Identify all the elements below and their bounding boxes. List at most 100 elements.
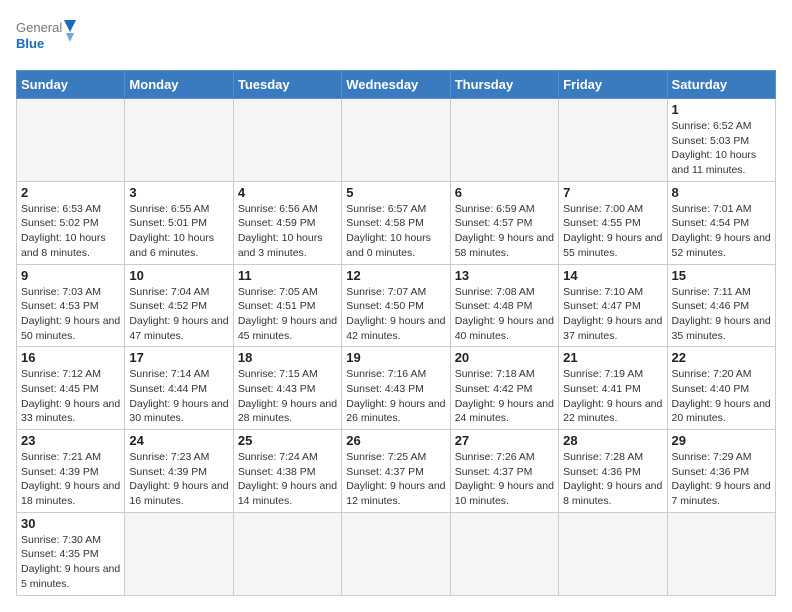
day-info: Sunrise: 7:30 AM Sunset: 4:35 PM Dayligh… — [21, 533, 120, 592]
day-number: 29 — [672, 433, 771, 448]
calendar-cell: 23 Sunrise: 7:21 AM Sunset: 4:39 PM Dayli… — [17, 430, 125, 513]
day-number: 16 — [21, 350, 120, 365]
day-number: 25 — [238, 433, 337, 448]
calendar-cell: 7 Sunrise: 7:00 AM Sunset: 4:55 PM Daylig… — [559, 181, 667, 264]
day-number: 27 — [455, 433, 554, 448]
calendar-cell: 29Sunrise: 7:29 AM Sunset: 4:36 PM Dayli… — [667, 430, 775, 513]
week-row-4: 16 Sunrise: 7:12 AM Sunset: 4:45 PM Dayli… — [17, 347, 776, 430]
calendar-cell — [559, 512, 667, 595]
calendar-cell: 9 Sunrise: 7:03 AM Sunset: 4:53 PM Daylig… — [17, 264, 125, 347]
calendar-cell — [559, 99, 667, 182]
weekday-header-tuesday: Tuesday — [233, 71, 341, 99]
day-info: Sunrise: 7:01 AM Sunset: 4:54 PM Dayligh… — [672, 202, 771, 261]
calendar-cell: 12 Sunrise: 7:07 AM Sunset: 4:50 PM Dayli… — [342, 264, 450, 347]
logo: General Blue — [16, 16, 76, 60]
day-info: Sunrise: 6:53 AM Sunset: 5:02 PM Dayligh… — [21, 202, 120, 261]
day-number: 21 — [563, 350, 662, 365]
week-row-5: 23 Sunrise: 7:21 AM Sunset: 4:39 PM Dayli… — [17, 430, 776, 513]
day-info: Sunrise: 6:55 AM Sunset: 5:01 PM Dayligh… — [129, 202, 228, 261]
weekday-header-wednesday: Wednesday — [342, 71, 450, 99]
calendar-cell: 25Sunrise: 7:24 AM Sunset: 4:38 PM Dayli… — [233, 430, 341, 513]
calendar-cell: 10 Sunrise: 7:04 AM Sunset: 4:52 PM Dayli… — [125, 264, 233, 347]
day-number: 18 — [238, 350, 337, 365]
day-info: Sunrise: 6:59 AM Sunset: 4:57 PM Dayligh… — [455, 202, 554, 261]
calendar-cell — [342, 512, 450, 595]
day-number: 24 — [129, 433, 228, 448]
day-info: Sunrise: 6:57 AM Sunset: 4:58 PM Dayligh… — [346, 202, 445, 261]
calendar-cell: 16 Sunrise: 7:12 AM Sunset: 4:45 PM Dayli… — [17, 347, 125, 430]
day-number: 9 — [21, 268, 120, 283]
svg-text:General: General — [16, 20, 62, 35]
day-info: Sunrise: 7:10 AM Sunset: 4:47 PM Dayligh… — [563, 285, 662, 344]
calendar-cell — [233, 99, 341, 182]
weekday-header-thursday: Thursday — [450, 71, 558, 99]
day-info: Sunrise: 7:04 AM Sunset: 4:52 PM Dayligh… — [129, 285, 228, 344]
day-info: Sunrise: 7:19 AM Sunset: 4:41 PM Dayligh… — [563, 367, 662, 426]
day-info: Sunrise: 7:07 AM Sunset: 4:50 PM Dayligh… — [346, 285, 445, 344]
calendar-cell: 1Sunrise: 6:52 AM Sunset: 5:03 PM Daylig… — [667, 99, 775, 182]
day-number: 5 — [346, 185, 445, 200]
calendar-cell — [450, 512, 558, 595]
day-number: 22 — [672, 350, 771, 365]
calendar-cell: 27 Sunrise: 7:26 AM Sunset: 4:37 PM Dayli… — [450, 430, 558, 513]
calendar-cell: 2Sunrise: 6:53 AM Sunset: 5:02 PM Daylig… — [17, 181, 125, 264]
day-info: Sunrise: 7:16 AM Sunset: 4:43 PM Dayligh… — [346, 367, 445, 426]
week-row-3: 9 Sunrise: 7:03 AM Sunset: 4:53 PM Daylig… — [17, 264, 776, 347]
header: General Blue — [16, 16, 776, 60]
day-number: 4 — [238, 185, 337, 200]
day-info: Sunrise: 6:52 AM Sunset: 5:03 PM Dayligh… — [672, 119, 771, 178]
day-number: 3 — [129, 185, 228, 200]
calendar-cell — [233, 512, 341, 595]
calendar-cell: 6Sunrise: 6:59 AM Sunset: 4:57 PM Daylig… — [450, 181, 558, 264]
day-number: 20 — [455, 350, 554, 365]
day-number: 11 — [238, 268, 337, 283]
calendar-cell: 18Sunrise: 7:15 AM Sunset: 4:43 PM Dayli… — [233, 347, 341, 430]
calendar-cell: 11 Sunrise: 7:05 AM Sunset: 4:51 PM Dayli… — [233, 264, 341, 347]
day-number: 26 — [346, 433, 445, 448]
day-info: Sunrise: 7:12 AM Sunset: 4:45 PM Dayligh… — [21, 367, 120, 426]
calendar-cell — [667, 512, 775, 595]
day-number: 14 — [563, 268, 662, 283]
day-info: Sunrise: 7:03 AM Sunset: 4:53 PM Dayligh… — [21, 285, 120, 344]
day-info: Sunrise: 7:26 AM Sunset: 4:37 PM Dayligh… — [455, 450, 554, 509]
calendar-cell: 4Sunrise: 6:56 AM Sunset: 4:59 PM Daylig… — [233, 181, 341, 264]
week-row-2: 2Sunrise: 6:53 AM Sunset: 5:02 PM Daylig… — [17, 181, 776, 264]
week-row-1: 1Sunrise: 6:52 AM Sunset: 5:03 PM Daylig… — [17, 99, 776, 182]
calendar-cell: 20Sunrise: 7:18 AM Sunset: 4:42 PM Dayli… — [450, 347, 558, 430]
day-info: Sunrise: 7:05 AM Sunset: 4:51 PM Dayligh… — [238, 285, 337, 344]
day-info: Sunrise: 7:20 AM Sunset: 4:40 PM Dayligh… — [672, 367, 771, 426]
calendar-cell: 15Sunrise: 7:11 AM Sunset: 4:46 PM Dayli… — [667, 264, 775, 347]
calendar-cell: 3 Sunrise: 6:55 AM Sunset: 5:01 PM Daylig… — [125, 181, 233, 264]
calendar-cell: 30 Sunrise: 7:30 AM Sunset: 4:35 PM Dayli… — [17, 512, 125, 595]
day-number: 28 — [563, 433, 662, 448]
calendar-cell — [342, 99, 450, 182]
day-info: Sunrise: 7:21 AM Sunset: 4:39 PM Dayligh… — [21, 450, 120, 509]
calendar-cell — [125, 512, 233, 595]
day-number: 12 — [346, 268, 445, 283]
weekday-header-monday: Monday — [125, 71, 233, 99]
day-info: Sunrise: 7:25 AM Sunset: 4:37 PM Dayligh… — [346, 450, 445, 509]
day-number: 13 — [455, 268, 554, 283]
day-number: 30 — [21, 516, 120, 531]
day-info: Sunrise: 7:00 AM Sunset: 4:55 PM Dayligh… — [563, 202, 662, 261]
day-number: 8 — [672, 185, 771, 200]
calendar-cell: 5 Sunrise: 6:57 AM Sunset: 4:58 PM Daylig… — [342, 181, 450, 264]
generalblue-logo: General Blue — [16, 16, 76, 60]
calendar-cell: 26 Sunrise: 7:25 AM Sunset: 4:37 PM Dayli… — [342, 430, 450, 513]
calendar-cell — [125, 99, 233, 182]
day-number: 7 — [563, 185, 662, 200]
day-number: 10 — [129, 268, 228, 283]
day-number: 19 — [346, 350, 445, 365]
calendar-cell: 19 Sunrise: 7:16 AM Sunset: 4:43 PM Dayli… — [342, 347, 450, 430]
calendar-cell: 14 Sunrise: 7:10 AM Sunset: 4:47 PM Dayli… — [559, 264, 667, 347]
calendar-cell: 28 Sunrise: 7:28 AM Sunset: 4:36 PM Dayli… — [559, 430, 667, 513]
calendar-cell: 24 Sunrise: 7:23 AM Sunset: 4:39 PM Dayli… — [125, 430, 233, 513]
calendar-cell: 21 Sunrise: 7:19 AM Sunset: 4:41 PM Dayli… — [559, 347, 667, 430]
day-number: 23 — [21, 433, 120, 448]
day-info: Sunrise: 7:28 AM Sunset: 4:36 PM Dayligh… — [563, 450, 662, 509]
weekday-header-saturday: Saturday — [667, 71, 775, 99]
calendar-cell: 13Sunrise: 7:08 AM Sunset: 4:48 PM Dayli… — [450, 264, 558, 347]
day-info: Sunrise: 7:23 AM Sunset: 4:39 PM Dayligh… — [129, 450, 228, 509]
calendar-cell: 22 Sunrise: 7:20 AM Sunset: 4:40 PM Dayli… — [667, 347, 775, 430]
calendar-cell: 8 Sunrise: 7:01 AM Sunset: 4:54 PM Daylig… — [667, 181, 775, 264]
